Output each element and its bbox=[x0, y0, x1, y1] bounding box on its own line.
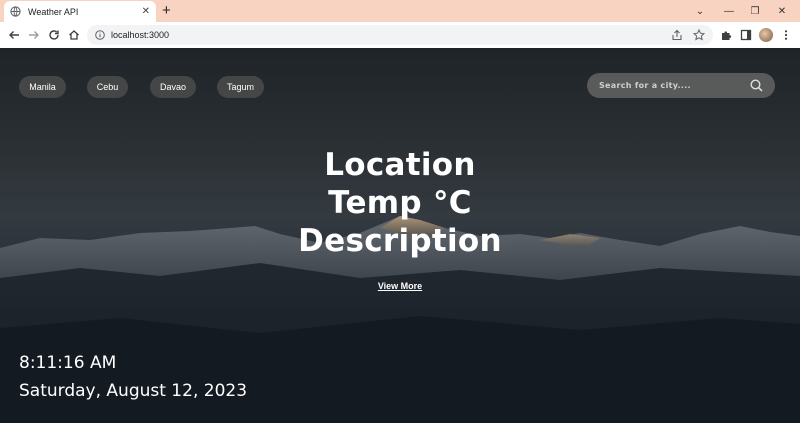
browser-tabbar: Weather API ✕ + ⌄ — ❐ ✕ bbox=[0, 0, 800, 22]
globe-icon bbox=[10, 6, 21, 17]
weather-summary: Location Temp °C Description bbox=[0, 146, 800, 260]
tab-close-icon[interactable]: ✕ bbox=[142, 6, 150, 17]
view-more-wrapper: View More bbox=[0, 276, 800, 294]
city-chip-manila[interactable]: Manila bbox=[19, 76, 66, 98]
reload-icon[interactable] bbox=[46, 27, 62, 43]
puzzle-icon[interactable] bbox=[719, 28, 733, 42]
side-panel-icon[interactable] bbox=[739, 28, 753, 42]
browser-tab[interactable]: Weather API ✕ bbox=[4, 1, 156, 22]
star-icon[interactable] bbox=[693, 29, 705, 41]
location-heading: Location bbox=[324, 147, 476, 183]
current-time: 8:11:16 AM bbox=[19, 353, 117, 373]
minimize-button[interactable]: — bbox=[720, 3, 738, 19]
arrow-right-icon[interactable] bbox=[26, 27, 42, 43]
maximize-button[interactable]: ❐ bbox=[746, 3, 764, 19]
kebab-menu-icon[interactable] bbox=[779, 28, 793, 42]
search-input[interactable] bbox=[599, 81, 750, 90]
share-icon[interactable] bbox=[671, 29, 683, 41]
city-chip-cebu[interactable]: Cebu bbox=[87, 76, 128, 98]
info-icon[interactable] bbox=[95, 30, 105, 40]
home-icon[interactable] bbox=[66, 27, 82, 43]
new-tab-button[interactable]: + bbox=[162, 3, 171, 18]
current-date: Saturday, August 12, 2023 bbox=[19, 381, 248, 401]
view-more-link[interactable]: View More bbox=[378, 281, 422, 291]
close-window-button[interactable]: ✕ bbox=[773, 3, 791, 19]
search-icon[interactable] bbox=[750, 79, 763, 92]
browser-toolbar: localhost:3000 bbox=[0, 22, 800, 48]
tab-search-icon[interactable]: ⌄ bbox=[691, 3, 709, 19]
url-text: localhost:3000 bbox=[111, 30, 170, 40]
tab-title: Weather API bbox=[28, 6, 79, 17]
city-search bbox=[587, 73, 775, 98]
temperature-heading: Temp °C bbox=[328, 185, 472, 221]
address-bar[interactable]: localhost:3000 bbox=[87, 25, 713, 45]
arrow-left-icon[interactable] bbox=[6, 27, 22, 43]
weather-page: Manila Cebu Davao Tagum Location Temp °C… bbox=[0, 48, 800, 423]
city-chip-tagum[interactable]: Tagum bbox=[217, 76, 264, 98]
description-heading: Description bbox=[298, 223, 502, 259]
city-chip-davao[interactable]: Davao bbox=[150, 76, 196, 98]
avatar[interactable] bbox=[759, 28, 773, 42]
